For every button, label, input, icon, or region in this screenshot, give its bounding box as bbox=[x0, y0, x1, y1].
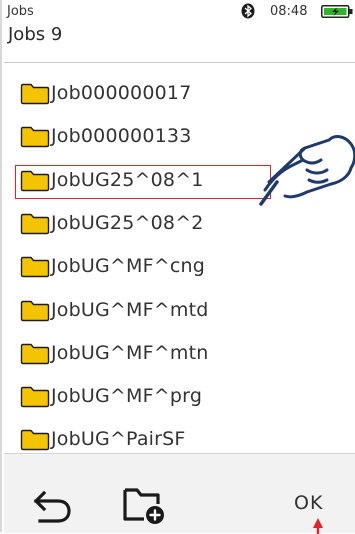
folder-icon bbox=[20, 386, 50, 408]
new-folder-icon[interactable] bbox=[122, 485, 166, 525]
folder-icon bbox=[20, 430, 50, 451]
battery-charging-icon bbox=[321, 5, 353, 18]
folder-icon bbox=[20, 256, 50, 278]
folder-icon bbox=[20, 300, 50, 321]
job-name: JobUG25^08^2 bbox=[51, 211, 204, 234]
status-title: Jobs bbox=[7, 4, 34, 19]
list-item[interactable]: JobUG^MF^mtd bbox=[4, 288, 355, 333]
list-item[interactable]: JobUG^MF^prg bbox=[4, 374, 355, 419]
job-name: JobUG^MF^cng bbox=[51, 255, 206, 278]
job-name: JobUG^MF^mtn bbox=[51, 341, 209, 364]
folder-icon bbox=[20, 170, 50, 191]
bottom-toolbar: OK bbox=[4, 453, 355, 534]
job-name: Job000000133 bbox=[51, 125, 192, 148]
job-name: JobUG^MF^mtd bbox=[51, 298, 209, 321]
folder-icon bbox=[20, 83, 50, 105]
job-name: JobUG^PairSF bbox=[51, 428, 186, 451]
list-item[interactable]: JobUG^MF^mtn bbox=[4, 331, 355, 376]
list-item[interactable]: Job000000017 bbox=[4, 71, 355, 116]
status-bar: Jobs 08:48 bbox=[4, 0, 355, 22]
folder-icon bbox=[20, 213, 50, 235]
job-name: JobUG^MF^prg bbox=[51, 385, 203, 408]
folder-icon bbox=[20, 343, 50, 364]
list-item[interactable]: JobUG^MF^cng bbox=[4, 244, 355, 289]
back-arrow-icon[interactable] bbox=[32, 488, 72, 524]
folder-icon bbox=[20, 127, 50, 148]
page-title: Jobs 9 bbox=[8, 24, 63, 45]
job-name: JobUG25^08^1 bbox=[51, 168, 204, 191]
job-name: Job000000017 bbox=[51, 82, 192, 104]
bluetooth-icon bbox=[241, 3, 255, 19]
device-screen: Jobs 08:48 Jobs 9 Job000000017 Job0000001… bbox=[0, 0, 355, 534]
pointing-hand-icon bbox=[259, 135, 355, 206]
ok-button[interactable]: OK bbox=[294, 492, 323, 514]
clock: 08:48 bbox=[270, 4, 308, 19]
